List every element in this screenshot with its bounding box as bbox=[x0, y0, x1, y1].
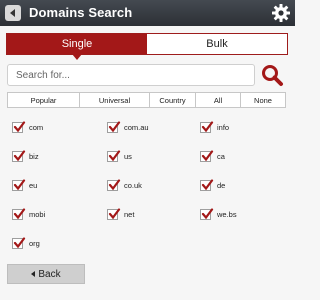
filter-country[interactable]: Country bbox=[150, 93, 196, 107]
checkmark-icon bbox=[13, 207, 26, 219]
checkmark-icon bbox=[13, 178, 26, 190]
search-mode-tabs: Single Bulk bbox=[6, 33, 288, 60]
domain-label: we.bs bbox=[217, 209, 237, 219]
domain-item-us[interactable]: us bbox=[107, 149, 132, 163]
checkmark-icon bbox=[108, 149, 121, 161]
domain-checkbox[interactable] bbox=[107, 178, 121, 191]
domain-checkbox[interactable] bbox=[12, 178, 26, 191]
domain-label: info bbox=[217, 122, 230, 132]
domain-checkbox[interactable] bbox=[200, 120, 214, 133]
domain-checkbox[interactable] bbox=[107, 149, 121, 162]
page-title: Domains Search bbox=[29, 5, 133, 20]
checkmark-icon bbox=[108, 120, 121, 132]
domain-item-we-bs[interactable]: we.bs bbox=[200, 207, 237, 221]
search-input[interactable] bbox=[7, 64, 255, 86]
domain-checkbox[interactable] bbox=[200, 149, 214, 162]
checkmark-icon bbox=[108, 178, 121, 190]
filter-popular[interactable]: Popular bbox=[8, 93, 80, 107]
back-button-label: Back bbox=[38, 268, 61, 280]
domain-label: com.au bbox=[124, 122, 149, 132]
tab-single[interactable]: Single bbox=[7, 34, 147, 60]
domain-item-com-au[interactable]: com.au bbox=[107, 120, 149, 134]
domain-item-ca[interactable]: ca bbox=[200, 149, 225, 163]
domain-checkbox[interactable] bbox=[12, 120, 26, 133]
domain-item-biz[interactable]: biz bbox=[12, 149, 39, 163]
domain-label: net bbox=[124, 209, 135, 219]
header-back-button[interactable] bbox=[5, 5, 21, 21]
search-button[interactable] bbox=[258, 62, 286, 88]
domain-label: eu bbox=[29, 180, 38, 190]
domain-item-com[interactable]: com bbox=[12, 120, 43, 134]
domain-label: ca bbox=[217, 151, 225, 161]
domain-item-org[interactable]: org bbox=[12, 236, 40, 250]
filter-none[interactable]: None bbox=[241, 93, 285, 107]
domain-checkbox[interactable] bbox=[12, 207, 26, 220]
checkmark-icon bbox=[201, 207, 214, 219]
settings-button[interactable] bbox=[271, 3, 291, 23]
checkmark-icon bbox=[108, 207, 121, 219]
tab-bulk[interactable]: Bulk bbox=[147, 34, 287, 54]
checkmark-icon bbox=[201, 120, 214, 132]
checkmark-icon bbox=[13, 149, 26, 161]
active-tab-pointer bbox=[72, 54, 82, 60]
domain-item-de[interactable]: de bbox=[200, 178, 225, 192]
domain-label: co.uk bbox=[124, 180, 142, 190]
domain-label: biz bbox=[29, 151, 39, 161]
header-bar: Domains Search bbox=[0, 0, 295, 26]
back-arrow-icon bbox=[31, 271, 36, 277]
checkmark-icon bbox=[201, 149, 214, 161]
domain-label: us bbox=[124, 151, 132, 161]
domain-checkbox[interactable] bbox=[200, 178, 214, 191]
back-arrow-icon bbox=[10, 9, 15, 17]
checkmark-icon bbox=[13, 236, 26, 248]
domain-label: com bbox=[29, 122, 44, 132]
domain-item-mobi[interactable]: mobi bbox=[12, 207, 45, 221]
search-icon bbox=[262, 65, 283, 86]
gear-icon bbox=[272, 4, 290, 22]
filter-bar: Popular Universal Country All None bbox=[7, 92, 286, 108]
filter-universal[interactable]: Universal bbox=[80, 93, 150, 107]
domain-checkbox[interactable] bbox=[107, 207, 121, 220]
domain-checkbox[interactable] bbox=[107, 120, 121, 133]
tab-single-label: Single bbox=[61, 38, 93, 50]
domain-checkbox[interactable] bbox=[12, 149, 26, 162]
checkmark-icon bbox=[201, 178, 214, 190]
tab-bulk-label: Bulk bbox=[206, 38, 228, 50]
domain-checkbox[interactable] bbox=[200, 207, 214, 220]
checkmark-icon bbox=[13, 120, 26, 132]
back-button[interactable]: Back bbox=[7, 264, 85, 284]
domain-label: de bbox=[217, 180, 226, 190]
domain-label: org bbox=[29, 238, 40, 248]
domain-item-net[interactable]: net bbox=[107, 207, 134, 221]
domain-label: mobi bbox=[29, 209, 46, 219]
domain-checkbox[interactable] bbox=[12, 236, 26, 249]
domain-item-info[interactable]: info bbox=[200, 120, 229, 134]
domain-item-co-uk[interactable]: co.uk bbox=[107, 178, 142, 192]
domain-item-eu[interactable]: eu bbox=[12, 178, 37, 192]
filter-all[interactable]: All bbox=[196, 93, 241, 107]
